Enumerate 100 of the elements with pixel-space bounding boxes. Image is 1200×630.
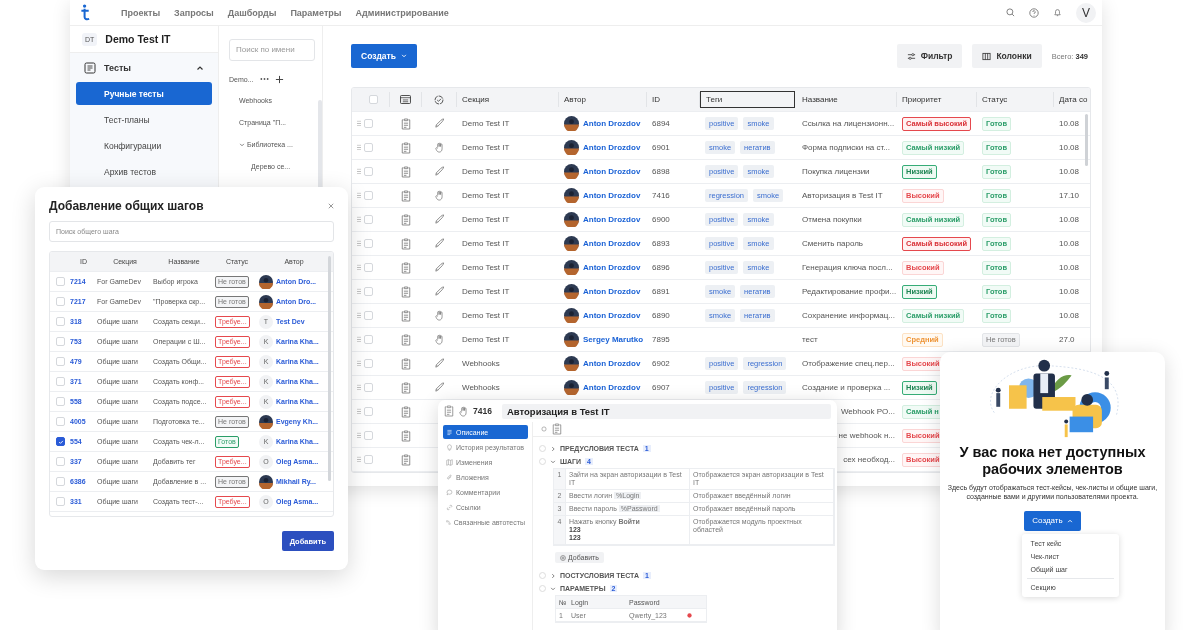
comment-icon[interactable]	[541, 426, 547, 432]
drag-handle-icon[interactable]	[357, 312, 361, 319]
author-link[interactable]: Anton Drozdov	[583, 191, 641, 200]
hand-icon	[434, 142, 445, 153]
plus-icon[interactable]	[274, 74, 284, 84]
clipboard-icon	[401, 429, 411, 442]
help-icon[interactable]	[1029, 7, 1039, 18]
chevron-down-icon[interactable]	[550, 585, 556, 592]
drag-handle-icon[interactable]	[357, 240, 361, 247]
search-field[interactable]: Поиск по имени	[229, 38, 315, 61]
drag-handle-icon[interactable]	[357, 120, 361, 127]
chevron-up-icon[interactable]	[196, 64, 204, 72]
table-cell-text: Отмена покупки	[801, 215, 863, 224]
logo-icon[interactable]	[80, 4, 91, 21]
avatar-icon	[564, 116, 579, 131]
nav-link[interactable]: Дашборды	[227, 7, 277, 18]
author-link[interactable]: Anton Drozdov	[583, 143, 641, 152]
drag-handle-icon[interactable]	[357, 456, 361, 463]
author-link[interactable]: Anton Drozdov	[583, 239, 641, 248]
author-link[interactable]: Anton Drozdov	[583, 311, 641, 320]
author-link[interactable]: Anton Drozdov	[583, 359, 641, 368]
column-header[interactable]: Теги	[700, 91, 795, 108]
delete-icon[interactable]	[687, 612, 692, 618]
chevron-right-icon[interactable]	[550, 572, 556, 579]
drag-handle-icon[interactable]	[357, 288, 361, 295]
close-icon[interactable]	[328, 203, 334, 209]
drag-handle-icon[interactable]	[357, 144, 361, 151]
empty-state-title: У вас пока нет доступных рабочих элементов	[958, 444, 1147, 479]
drag-handle-icon[interactable]	[357, 336, 361, 343]
sidebar-item[interactable]: Конфигурации	[76, 134, 212, 157]
columns-button[interactable]: Колонки	[972, 44, 1042, 68]
author-link[interactable]: Anton Drozdov	[583, 167, 641, 176]
table-cell-text: Сменить пароль	[801, 239, 864, 248]
bell-icon[interactable]	[1053, 8, 1062, 17]
drag-handle-icon[interactable]	[357, 192, 361, 199]
filter-button[interactable]: Фильтр	[896, 44, 963, 68]
table-cell-text: 10.08	[1058, 143, 1081, 152]
column-header[interactable]: Секция	[457, 92, 559, 107]
author-link[interactable]: Anton Drozdov	[583, 215, 641, 224]
author-link[interactable]: Anton Drozdov	[583, 119, 641, 128]
table-cell-text: 10.08	[1058, 119, 1081, 128]
table-cell-text: тест	[801, 335, 819, 344]
sidebar-item[interactable]: Ручные тесты	[76, 82, 212, 105]
avatar-icon	[564, 284, 579, 299]
clipboard-icon	[552, 423, 562, 435]
select-all-checkbox[interactable]	[368, 95, 378, 104]
table-cell-text: 6901	[651, 143, 671, 152]
author-link[interactable]: Sergey Marutko	[583, 335, 644, 344]
avatar-icon	[564, 308, 579, 323]
clipboard-icon	[444, 405, 454, 417]
test-id: 7416	[473, 406, 492, 416]
table-cell-text: Demo Test IT	[461, 287, 511, 296]
chevron-down-icon[interactable]	[239, 141, 245, 148]
create-button[interactable]: Создать	[351, 44, 417, 68]
author-link[interactable]: Anton Drozdov	[583, 263, 641, 272]
more-icon[interactable]	[259, 77, 269, 81]
user-avatar[interactable]: V	[1076, 2, 1096, 23]
chevron-down-icon[interactable]	[550, 458, 556, 465]
clipboard-icon	[401, 189, 411, 202]
drag-handle-icon[interactable]	[357, 384, 361, 391]
chevron-down-icon[interactable]	[400, 53, 407, 59]
nav-group[interactable]: Тесты	[104, 63, 188, 73]
clipboard-icon	[401, 357, 411, 370]
table-cell-text: Demo Test IT	[461, 239, 511, 248]
column-header[interactable]: Приоритет	[897, 92, 977, 107]
drag-handle-icon[interactable]	[357, 264, 361, 271]
table-cell-text: Demo Test IT	[461, 311, 511, 320]
table-cell-text: Отображение спец.пер...	[801, 359, 896, 368]
author-link[interactable]: Anton Drozdov	[583, 383, 641, 392]
drag-handle-icon[interactable]	[357, 360, 361, 367]
table-cell-text: 6898	[651, 167, 671, 176]
table-cell-text: 6894	[651, 119, 671, 128]
nav-link[interactable]: Запросы	[174, 7, 214, 18]
table-cell-text: 6890	[651, 311, 671, 320]
sidebar-item[interactable]: Тест-планы	[76, 108, 212, 131]
drag-handle-icon[interactable]	[357, 168, 361, 175]
avatar-icon	[564, 140, 579, 155]
table-cell-text: Webhook PO...	[839, 407, 896, 416]
title-field[interactable]: Авторизация в Test IT	[501, 403, 831, 419]
chevron-right-icon[interactable]	[550, 445, 556, 452]
avatar-icon	[259, 294, 273, 309]
column-header[interactable]: Статус	[977, 92, 1054, 107]
nav-link[interactable]: Проекты	[121, 7, 161, 18]
column-header[interactable]: ID	[647, 92, 700, 107]
column-header[interactable]: Дата со	[1054, 92, 1090, 107]
create-button[interactable]: Создать	[1024, 510, 1081, 531]
nav-link[interactable]: Администрирование	[355, 7, 449, 18]
search-icon[interactable]	[1006, 8, 1015, 17]
table-cell-text: сех необход...	[842, 455, 896, 464]
comment-icon	[446, 488, 453, 496]
sidebar-item[interactable]: Архив тестов	[76, 160, 212, 183]
drag-handle-icon[interactable]	[357, 408, 361, 415]
column-header[interactable]: Название	[797, 92, 897, 107]
clipboard-icon	[401, 237, 411, 250]
drag-handle-icon[interactable]	[357, 216, 361, 223]
column-header[interactable]: Автор	[559, 92, 647, 107]
checkbox[interactable]	[56, 437, 65, 446]
drag-handle-icon[interactable]	[357, 432, 361, 439]
author-link[interactable]: Anton Drozdov	[583, 287, 641, 296]
nav-link[interactable]: Параметры	[290, 7, 342, 18]
